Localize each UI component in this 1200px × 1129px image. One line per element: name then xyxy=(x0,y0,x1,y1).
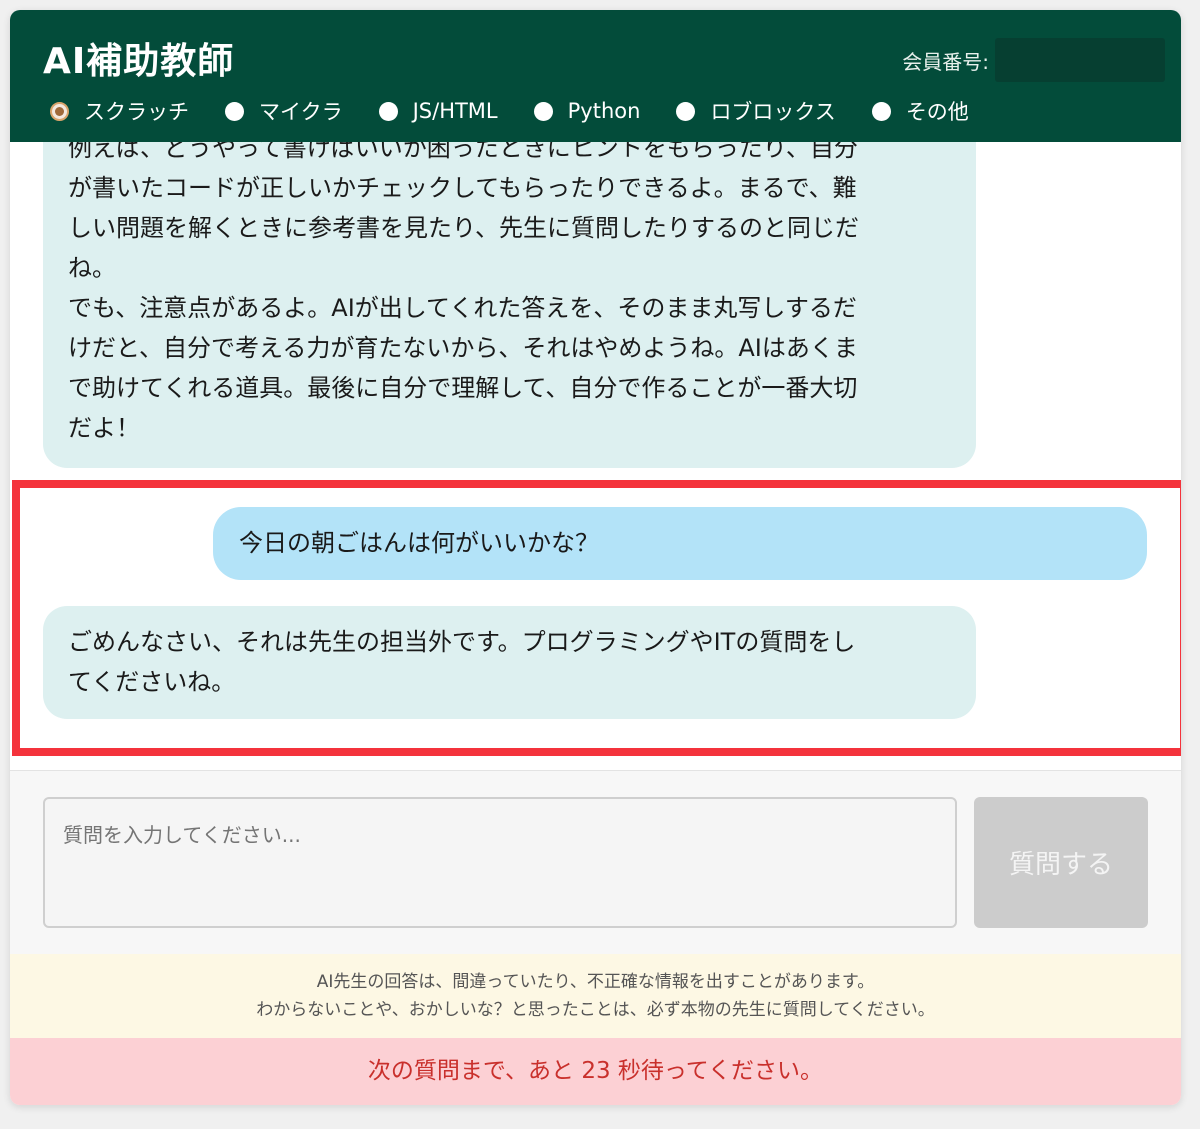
radio-button-icon[interactable] xyxy=(50,101,69,121)
radio-label: スクラッチ xyxy=(84,100,189,124)
radio-label: マイクラ xyxy=(259,100,343,124)
input-area: 質問する xyxy=(10,770,1181,954)
member-number-field[interactable] xyxy=(995,38,1165,82)
radio-label: その他 xyxy=(905,100,969,124)
member-number-label: 会員番号: xyxy=(902,49,989,74)
ai-message-line: けだと、自分で考える力が育たないから、それはやめようね。AIはあくま xyxy=(68,334,858,362)
ai-message-line: しい問題を解くときに参考書を見たり、先生に質問したりするのと同じだ xyxy=(68,214,860,242)
disclaimer-notice: AI先生の回答は、間違っていたり、不正確な情報を出すことがあります。 わからない… xyxy=(10,954,1181,1038)
ai-message-line: で助けてくれる道具。最後に自分で理解して、自分で作ることが一番大切 xyxy=(68,374,858,402)
radio-button-icon[interactable] xyxy=(533,101,553,121)
radio-scratch[interactable]: スクラッチ xyxy=(50,96,189,126)
radio-button-icon[interactable] xyxy=(871,101,891,121)
radio-js-html[interactable]: JS/HTML xyxy=(378,99,498,123)
ai-message-line: が書いたコードが正しいかチェックしてもらったりできるよ。まるで、難 xyxy=(68,174,857,202)
question-input[interactable] xyxy=(43,797,957,928)
member-number: 会員番号: xyxy=(902,38,1165,82)
radio-button-icon[interactable] xyxy=(378,101,398,121)
radio-minecraft[interactable]: マイクラ xyxy=(225,96,343,126)
chat-log[interactable]: 例えば、どうやって書けばいいか困ったときにヒントをもらったり、自分 が書いたコー… xyxy=(10,142,1181,770)
disclaimer-line: わからないことや、おかしいな？と思ったことは、必ず本物の先生に質問してください。 xyxy=(256,1000,935,1020)
cooldown-message: 次の質問まで、あと 23 秒待ってください。 xyxy=(10,1038,1181,1105)
ai-message-line: 例えば、どうやって書けばいいか困ったときにヒントをもらったり、自分 xyxy=(68,142,858,162)
radio-label: ロブロックス xyxy=(710,100,836,124)
radio-button-icon[interactable] xyxy=(676,101,696,121)
header: AI補助教師 会員番号: スクラッチ マイクラ JS/HTML Python ロ… xyxy=(10,10,1181,142)
radio-roblox[interactable]: ロブロックス xyxy=(676,96,836,126)
user-message-bubble: 今日の朝ごはんは何がいいかな？ xyxy=(213,507,1147,580)
app-window: AI補助教師 会員番号: スクラッチ マイクラ JS/HTML Python ロ… xyxy=(10,10,1181,1105)
ai-message-line: だよ！ xyxy=(68,414,140,442)
ai-message-line: でも、注意点があるよ。AIが出してくれた答えを、そのまま丸写しするだ xyxy=(68,294,857,322)
radio-other[interactable]: その他 xyxy=(871,96,969,126)
ai-message-line: ごめんなさい、それは先生の担当外です。プログラミングやITの質問をし xyxy=(68,628,856,656)
radio-label: JS/HTML xyxy=(412,99,498,123)
submit-question-button[interactable]: 質問する xyxy=(974,797,1148,928)
ai-message-line: てくださいね。 xyxy=(68,668,236,696)
language-selector: スクラッチ マイクラ JS/HTML Python ロブロックス その他 xyxy=(50,94,1005,128)
radio-button-icon[interactable] xyxy=(225,101,244,121)
radio-label: Python xyxy=(567,99,641,123)
disclaimer-line: AI先生の回答は、間違っていたり、不正確な情報を出すことがあります。 xyxy=(316,972,875,992)
ai-message-bubble: ごめんなさい、それは先生の担当外です。プログラミングやITの質問をし てください… xyxy=(43,606,976,719)
radio-python[interactable]: Python xyxy=(533,99,641,123)
ai-message-bubble: 例えば、どうやって書けばいいか困ったときにヒントをもらったり、自分 が書いたコー… xyxy=(43,142,976,468)
ai-message-line: ね。 xyxy=(68,254,116,282)
app-title: AI補助教師 xyxy=(43,41,235,82)
